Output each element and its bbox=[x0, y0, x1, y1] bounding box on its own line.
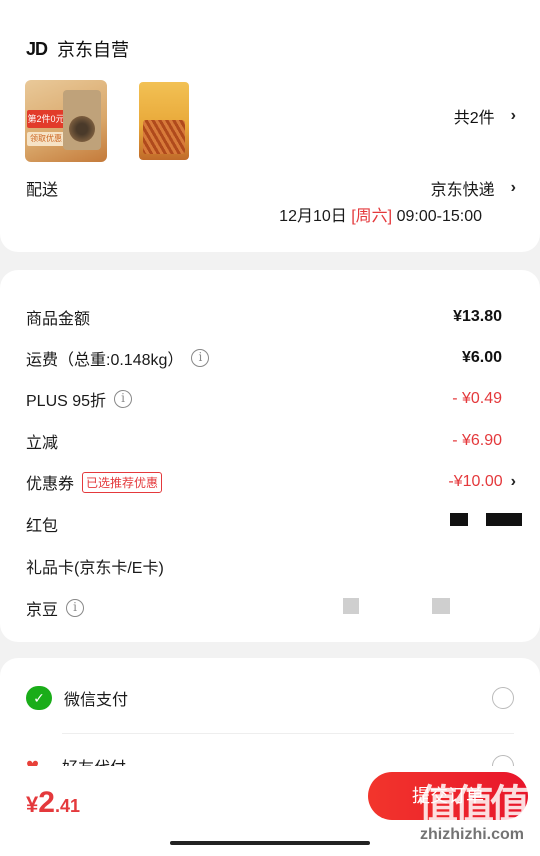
info-icon[interactable]: i bbox=[114, 390, 133, 408]
promo-tag: 第2件0元 bbox=[27, 110, 65, 128]
redacted-block bbox=[343, 598, 359, 614]
promo-tag-secondary: 领取优惠 bbox=[27, 132, 65, 146]
cost-row-goods: 商品金额 ¥13.80 bbox=[26, 305, 502, 329]
shipping-method-link[interactable]: 京东快递 › bbox=[431, 176, 516, 200]
cost-row-giftcard[interactable]: 礼品卡(京东卡/E卡) bbox=[26, 554, 502, 578]
cost-label: 京豆 bbox=[26, 602, 59, 619]
cost-label: 商品金额 bbox=[26, 311, 91, 328]
watermark-url: zhizhizhi.com bbox=[420, 826, 524, 843]
cost-row-coupon[interactable]: 优惠券 已选推荐优惠 -¥10.00 › bbox=[26, 470, 516, 494]
chevron-right-icon: › bbox=[510, 179, 516, 196]
redacted-block bbox=[450, 513, 468, 526]
cost-value: - ¥6.90 bbox=[452, 432, 502, 449]
item-count-link[interactable]: 共2件 › bbox=[454, 104, 516, 128]
radio-button[interactable] bbox=[492, 687, 514, 709]
cost-label: 运费（总重:0.148kg） bbox=[26, 352, 184, 369]
delivery-time: 12月10日 [周六] 09:00-15:00 bbox=[279, 202, 482, 226]
cost-label: PLUS 95折 bbox=[26, 393, 107, 410]
bottom-checkout-bar: ¥ 2 .41 提交订单 值值值 zhizhizhi.com bbox=[0, 766, 540, 856]
shop-name: 京东自营 bbox=[57, 40, 130, 60]
chevron-right-icon: › bbox=[510, 473, 516, 490]
cost-row-shipping: 运费（总重:0.148kg） i ¥6.00 bbox=[26, 346, 502, 370]
cost-row-redpacket[interactable]: 红包 bbox=[26, 512, 502, 536]
cost-value: -¥10.00 bbox=[448, 473, 503, 490]
shipping-label: 配送 bbox=[26, 182, 59, 199]
redacted-block bbox=[432, 598, 450, 614]
cost-value: - ¥0.49 bbox=[452, 390, 502, 407]
payment-option-wechat[interactable]: ✓ 微信支付 bbox=[26, 686, 514, 710]
home-indicator[interactable] bbox=[170, 841, 370, 845]
item-count: 共2件 bbox=[453, 110, 495, 127]
currency-symbol: ¥ bbox=[26, 792, 39, 817]
jd-logo-icon: JD bbox=[26, 38, 48, 59]
product-thumbnail[interactable] bbox=[135, 80, 217, 162]
total-decimal: .41 bbox=[54, 796, 80, 816]
shipping-method: 京东快递 bbox=[430, 182, 495, 199]
wechat-icon: ✓ bbox=[26, 686, 52, 710]
divider bbox=[62, 733, 514, 734]
payment-label: 微信支付 bbox=[64, 692, 129, 709]
cost-label: 优惠券 bbox=[26, 476, 75, 493]
cost-row-plus: PLUS 95折 i - ¥0.49 bbox=[26, 387, 502, 411]
total-price: ¥ 2 .41 bbox=[26, 786, 80, 820]
cost-row-discount: 立减 - ¥6.90 bbox=[26, 429, 502, 453]
watermark: 值值值 bbox=[418, 783, 530, 827]
coupon-badge: 已选推荐优惠 bbox=[82, 471, 163, 493]
product-thumbnail[interactable]: 第2件0元 领取优惠 bbox=[25, 80, 107, 162]
cost-value: ¥13.80 bbox=[453, 308, 502, 325]
info-icon[interactable]: i bbox=[191, 349, 210, 367]
pepper-salt-pack-image bbox=[63, 90, 101, 150]
redacted-block bbox=[486, 513, 522, 526]
cost-row-jingdou[interactable]: 京豆 i bbox=[26, 596, 502, 620]
info-icon[interactable]: i bbox=[66, 599, 85, 617]
shop-header: JD 京东自营 bbox=[26, 36, 129, 62]
cost-value: ¥6.00 bbox=[461, 349, 502, 366]
delivery-date: 12月10日 bbox=[279, 208, 347, 225]
cost-label: 红包 bbox=[26, 518, 59, 535]
shredded-snack-bag-image bbox=[139, 82, 189, 160]
cost-label: 立减 bbox=[26, 435, 59, 452]
delivery-weekday: [周六] bbox=[351, 208, 393, 225]
chevron-right-icon: › bbox=[510, 107, 516, 124]
delivery-window: 09:00-15:00 bbox=[396, 208, 482, 225]
cost-label: 礼品卡(京东卡/E卡) bbox=[26, 560, 164, 577]
total-integer: 2 bbox=[38, 786, 55, 819]
